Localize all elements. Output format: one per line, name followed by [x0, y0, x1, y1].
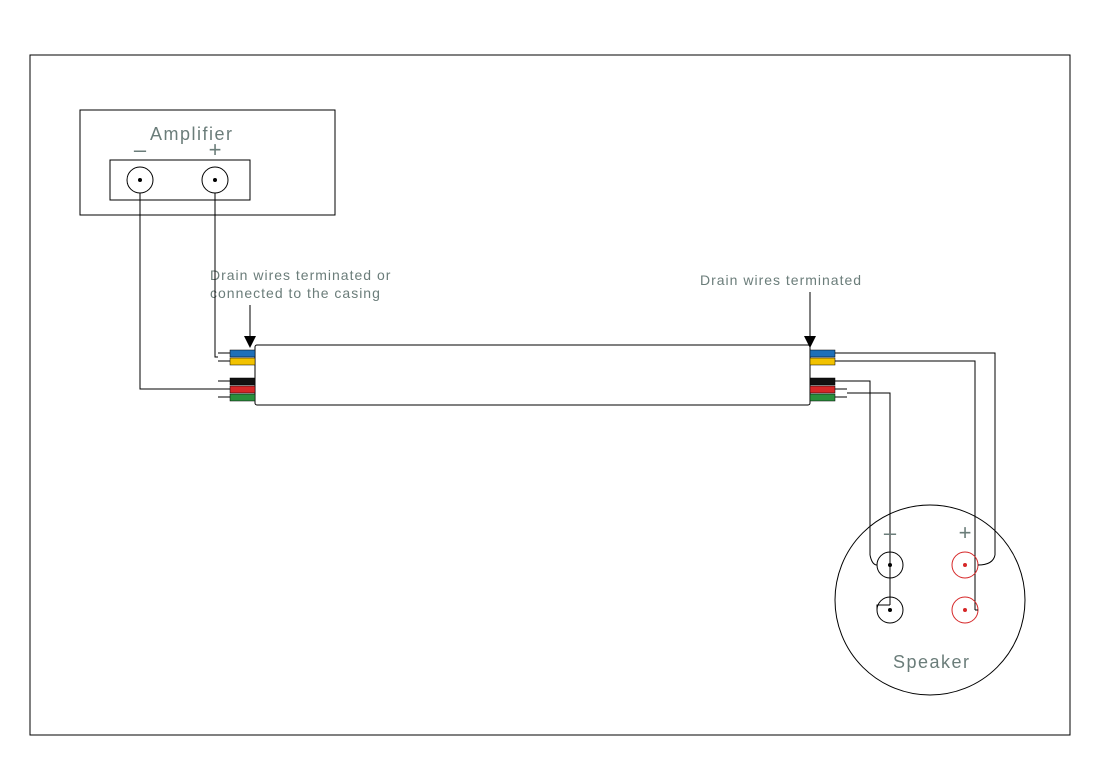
amplifier-block: Amplifier – +	[80, 110, 335, 215]
cable-left-stubs	[218, 350, 255, 401]
svg-text:connected to the casing: connected to the casing	[210, 285, 381, 301]
drain-label-left: Drain wires terminated or connected to t…	[210, 267, 391, 348]
cable-to-speaker-wires	[847, 353, 995, 610]
cable	[218, 345, 847, 405]
cable-right-stubs	[810, 350, 847, 401]
outer-frame	[30, 55, 1070, 735]
amp-to-cable-wires	[140, 193, 218, 389]
speaker: Speaker – +	[835, 505, 1025, 695]
amp-minus-symbol: –	[134, 137, 147, 162]
drain-label-right: Drain wires terminated	[700, 272, 862, 348]
wiring-diagram: Amplifier – + Drain wires terminated or …	[0, 0, 1100, 780]
amp-plus-symbol: +	[209, 137, 222, 162]
svg-text:Drain wires terminated: Drain wires terminated	[700, 272, 862, 288]
speaker-minus-symbol: –	[884, 520, 897, 545]
svg-text:Drain wires terminated or: Drain wires terminated or	[210, 267, 391, 283]
speaker-label: Speaker	[893, 652, 971, 672]
speaker-plus-symbol: +	[959, 520, 972, 545]
